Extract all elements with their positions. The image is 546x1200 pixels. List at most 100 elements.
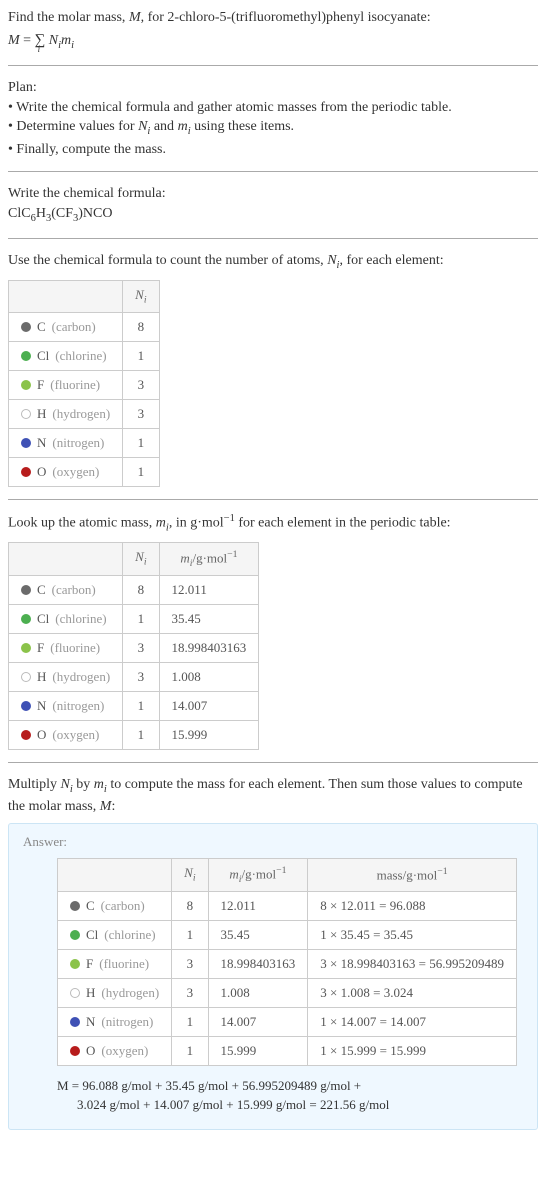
- intro-section: Find the molar mass, M, for 2-chloro-5-(…: [8, 8, 538, 53]
- table-row: C (carbon)812.0118 × 12.011 = 96.088: [58, 891, 517, 920]
- element-dot-icon: [21, 614, 31, 624]
- multiply-text: Multiply Ni by mi to compute the mass fo…: [8, 775, 538, 817]
- plan2b: and: [150, 119, 177, 134]
- table-row: O (oxygen)1: [9, 457, 160, 486]
- n-value: 3: [172, 978, 208, 1007]
- element-symbol: C: [86, 898, 95, 914]
- element-dot-icon: [70, 901, 80, 911]
- n-value: 3: [123, 370, 159, 399]
- lh-a: Look up the atomic mass,: [8, 515, 156, 530]
- sigma-sub: i: [38, 43, 41, 56]
- element-dot-icon: [70, 930, 80, 940]
- table-row: O (oxygen)115.9991 × 15.999 = 15.999: [58, 1036, 517, 1065]
- chemical-formula: ClC6H3(CF3)NCO: [8, 204, 538, 226]
- element-cell: O (oxygen): [9, 457, 123, 486]
- fp6: )NCO: [78, 206, 112, 221]
- element-cell: C (carbon): [9, 312, 123, 341]
- calc-value: 3 × 1.008 = 3.024: [308, 978, 517, 1007]
- element-symbol: C: [37, 582, 46, 598]
- element-dot-icon: [21, 409, 31, 419]
- empty-header: [9, 542, 123, 575]
- table-row: Cl (chlorine)135.45: [9, 604, 259, 633]
- n-value: 3: [123, 662, 159, 691]
- element-cell: F (fluorine): [9, 370, 123, 399]
- element-cell: H (hydrogen): [9, 662, 123, 691]
- eq-equals: =: [20, 33, 35, 48]
- element-name: (nitrogen): [52, 435, 104, 451]
- ml-Ni: N: [61, 777, 70, 792]
- var-mi2: m: [156, 515, 166, 530]
- element-symbol: N: [86, 1014, 95, 1030]
- atomic-mass-table: Ni mi/g·mol−1 C (carbon)812.011Cl (chlor…: [8, 542, 259, 750]
- ml-d: :: [111, 799, 115, 814]
- element-symbol: O: [86, 1043, 95, 1059]
- element-symbol: H: [37, 406, 46, 422]
- element-dot-icon: [70, 988, 80, 998]
- element-cell: O (oxygen): [58, 1036, 172, 1065]
- divider: [8, 238, 538, 239]
- element-dot-icon: [21, 380, 31, 390]
- write-heading: Write the chemical formula:: [8, 184, 538, 204]
- plan2c: using these items.: [191, 119, 294, 134]
- lookup-heading: Look up the atomic mass, mi, in g·mol−1 …: [8, 512, 538, 536]
- eq-N: N: [45, 33, 58, 48]
- plan-heading: Plan:: [8, 78, 538, 98]
- lh-sup: −1: [224, 513, 235, 524]
- table-row: F (fluorine)318.998403163: [9, 633, 259, 662]
- element-name: (hydrogen): [52, 406, 110, 422]
- header-Ni: Ni: [123, 542, 159, 575]
- table-row: N (nitrogen)114.0071 × 14.007 = 14.007: [58, 1007, 517, 1036]
- final-line2: 3.024 g/mol + 14.007 g/mol + 15.999 g/mo…: [77, 1095, 389, 1115]
- plan-line1: • Write the chemical formula and gather …: [8, 98, 538, 118]
- element-dot-icon: [21, 730, 31, 740]
- element-symbol: O: [37, 727, 46, 743]
- intro-pre: Find the molar mass,: [8, 10, 129, 25]
- element-cell: Cl (chlorine): [9, 604, 123, 633]
- element-name: (fluorine): [50, 640, 100, 656]
- n-value: 3: [172, 949, 208, 978]
- mass-value: 18.998403163: [159, 633, 259, 662]
- table-row: C (carbon)812.011: [9, 575, 259, 604]
- header-Ni: Ni: [172, 858, 208, 891]
- n-value: 8: [123, 312, 159, 341]
- element-name: (chlorine): [55, 611, 106, 627]
- table-row: C (carbon)8: [9, 312, 160, 341]
- element-dot-icon: [21, 467, 31, 477]
- molar-mass-equation: M = ∑i Nimi: [8, 30, 538, 53]
- element-cell: F (fluorine): [9, 633, 123, 662]
- divider: [8, 65, 538, 66]
- element-dot-icon: [21, 438, 31, 448]
- element-name: (oxygen): [52, 727, 99, 743]
- n-value: 3: [123, 633, 159, 662]
- fp4: (CF: [51, 206, 73, 221]
- element-dot-icon: [70, 1017, 80, 1027]
- plan-section: Plan: • Write the chemical formula and g…: [8, 78, 538, 159]
- ml-a: Multiply: [8, 777, 61, 792]
- ml-M: M: [100, 799, 112, 814]
- ml-mi: m: [94, 777, 104, 792]
- plan-line2: • Determine values for Ni and mi using t…: [8, 117, 538, 139]
- mass-value: 14.007: [159, 691, 259, 720]
- table-row: N (nitrogen)114.007: [9, 691, 259, 720]
- mass-value: 14.007: [208, 1007, 308, 1036]
- table-row: O (oxygen)115.999: [9, 720, 259, 749]
- mass-value: 15.999: [208, 1036, 308, 1065]
- element-cell: O (oxygen): [9, 720, 123, 749]
- table-header-row: Ni mi/g·mol−1 mass/g·mol−1: [58, 858, 517, 891]
- table-header-row: Ni: [9, 280, 160, 312]
- n-value: 1: [123, 720, 159, 749]
- final-line1: M = 96.088 g/mol + 35.45 g/mol + 56.9952…: [57, 1078, 361, 1093]
- table-header-row: Ni mi/g·mol−1: [9, 542, 259, 575]
- mass-value: 18.998403163: [208, 949, 308, 978]
- n-value: 1: [123, 428, 159, 457]
- fp0: ClC: [8, 206, 31, 221]
- table-row: F (fluorine)3: [9, 370, 160, 399]
- divider: [8, 171, 538, 172]
- element-cell: C (carbon): [9, 575, 123, 604]
- element-symbol: O: [37, 464, 46, 480]
- element-name: (oxygen): [101, 1043, 148, 1059]
- element-symbol: F: [37, 377, 44, 393]
- element-dot-icon: [21, 672, 31, 682]
- calc-value: 8 × 12.011 = 96.088: [308, 891, 517, 920]
- table-row: F (fluorine)318.9984031633 × 18.99840316…: [58, 949, 517, 978]
